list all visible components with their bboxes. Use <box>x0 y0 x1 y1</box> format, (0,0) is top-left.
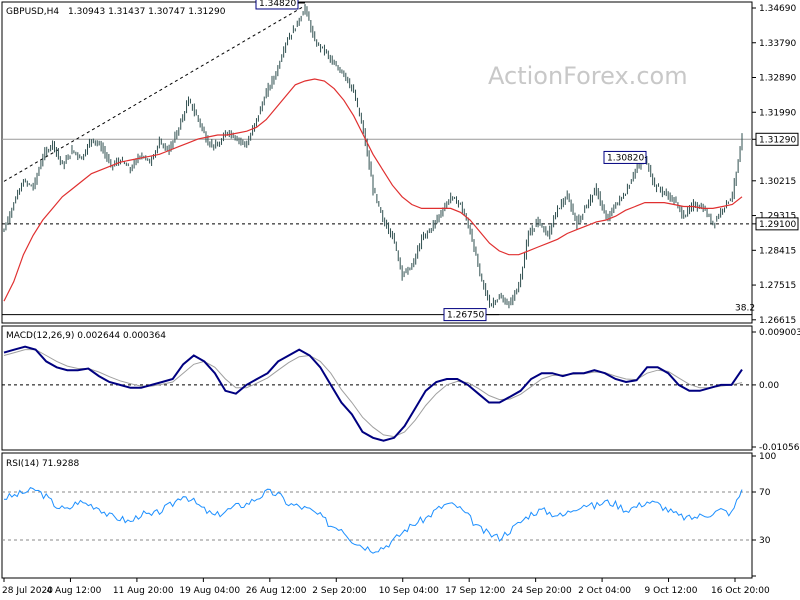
macd-tick-label: 0.009003 <box>759 328 800 338</box>
time-tick-label: 2 Sep 20:00 <box>312 586 367 596</box>
time-tick-label: 26 Aug 12:00 <box>246 586 307 596</box>
time-tick-label: 2 Oct 04:00 <box>578 586 631 596</box>
chart-canvas[interactable]: ActionForex.com GBPUSD,H4 1.30943 1.3143… <box>0 0 800 600</box>
fib-label: 38.2 <box>735 304 755 314</box>
price-tick-label: 1.26615 <box>759 316 796 326</box>
price-tick-label: 1.31990 <box>759 108 796 118</box>
symbol-label: GBPUSD,H4 <box>6 7 59 17</box>
signal-line <box>3 349 743 438</box>
price-axis: 1.34690 1.33790 1.32890 1.31990 1.31290 1.302… <box>752 4 799 326</box>
watermark: ActionForex.com <box>488 62 688 90</box>
price-tick-label: 1.29100 <box>759 220 796 230</box>
time-tick-label: 16 Oct 20:00 <box>711 586 770 596</box>
price-tick-label: 1.28415 <box>759 246 796 256</box>
rsi-tick-label: 100 <box>759 452 776 462</box>
rsi-axis: 100 70 30 <box>752 452 776 577</box>
price-annotations: 1.34820 1.30820 1.26750 38.2 <box>255 0 755 322</box>
macd-panel-frame <box>1 325 753 451</box>
chart-window: ActionForex.com GBPUSD,H4 1.30943 1.3143… <box>0 0 800 600</box>
macd-tick-label: 0.00 <box>759 381 779 391</box>
time-tick-label: 19 Aug 04:00 <box>179 586 240 596</box>
price-annotation-label: 1.26750 <box>447 311 484 321</box>
price-tick-label: 1.31290 <box>759 135 796 145</box>
price-tick-label: 1.30215 <box>759 177 796 187</box>
rsi-line <box>3 486 743 554</box>
macd-axis: 0.0090030.00-0.010566 <box>752 328 800 453</box>
time-tick-label: 4 Aug 12:00 <box>46 586 101 596</box>
macd-title: MACD(12,26,9) 0.002644 0.000364 <box>6 331 166 341</box>
price-annotation-label: 1.30820 <box>607 153 644 163</box>
price-tick-label: 1.34690 <box>759 4 796 14</box>
macd-lines <box>3 345 743 442</box>
rsi-line <box>3 486 743 554</box>
time-tick-label: 17 Sep 12:00 <box>445 586 505 596</box>
time-tick-label: 9 Oct 12:00 <box>645 586 698 596</box>
rsi-panel-frame <box>1 452 753 579</box>
time-axis: 28 Jul 20204 Aug 12:00 11 Aug 20:00 19 Aug… <box>2 578 770 596</box>
price-tick-label: 1.27515 <box>759 281 796 291</box>
time-tick-label: 11 Aug 20:00 <box>113 586 174 596</box>
time-tick-label: 24 Sep 20:00 <box>512 586 572 596</box>
price-tick-label: 1.32890 <box>759 74 796 84</box>
price-annotation-label: 1.34820 <box>259 0 296 9</box>
rsi-tick-label: 70 <box>759 488 771 498</box>
price-tick-label: 1.33790 <box>759 39 796 49</box>
rsi-tick-label: 30 <box>759 536 771 546</box>
ohlc-values: 1.30943 1.31437 1.30747 1.31290 <box>68 7 226 17</box>
time-tick-label: 10 Sep 04:00 <box>379 586 439 596</box>
rsi-title: RSI(14) 71.9288 <box>6 459 79 469</box>
